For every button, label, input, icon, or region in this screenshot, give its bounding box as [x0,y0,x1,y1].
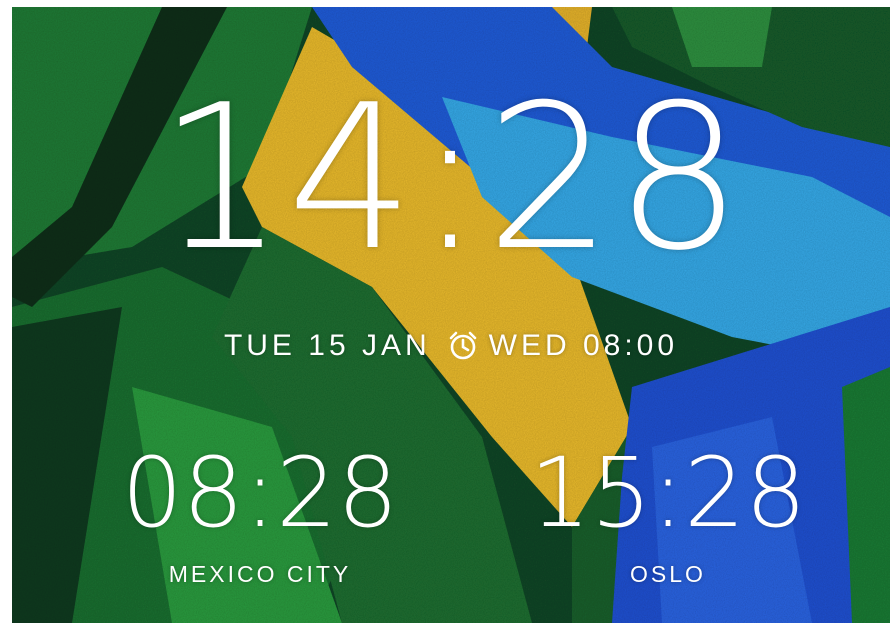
alarm-clock-icon [447,330,479,362]
current-date: TUE 15 JAN [223,329,431,362]
world-clock-city: OSLO [630,561,706,587]
world-clock-time: 15:28 [529,437,807,549]
main-clock-time[interactable]: 14:28 [12,79,890,279]
world-clock-oslo[interactable]: 15:28 OSLO [488,445,848,588]
world-clock-city: MEXICO CITY [168,561,352,587]
clock-screen: 14:28 TUE 15 JAN WED 08:00 08:28 MEXICO … [12,7,890,623]
world-clock-mexico-city[interactable]: 08:28 MEXICO CITY [80,445,440,588]
date-alarm-row[interactable]: TUE 15 JAN WED 08:00 [12,329,890,363]
world-clock-time: 08:28 [121,437,399,549]
next-alarm-time: WED 08:00 [488,329,679,362]
